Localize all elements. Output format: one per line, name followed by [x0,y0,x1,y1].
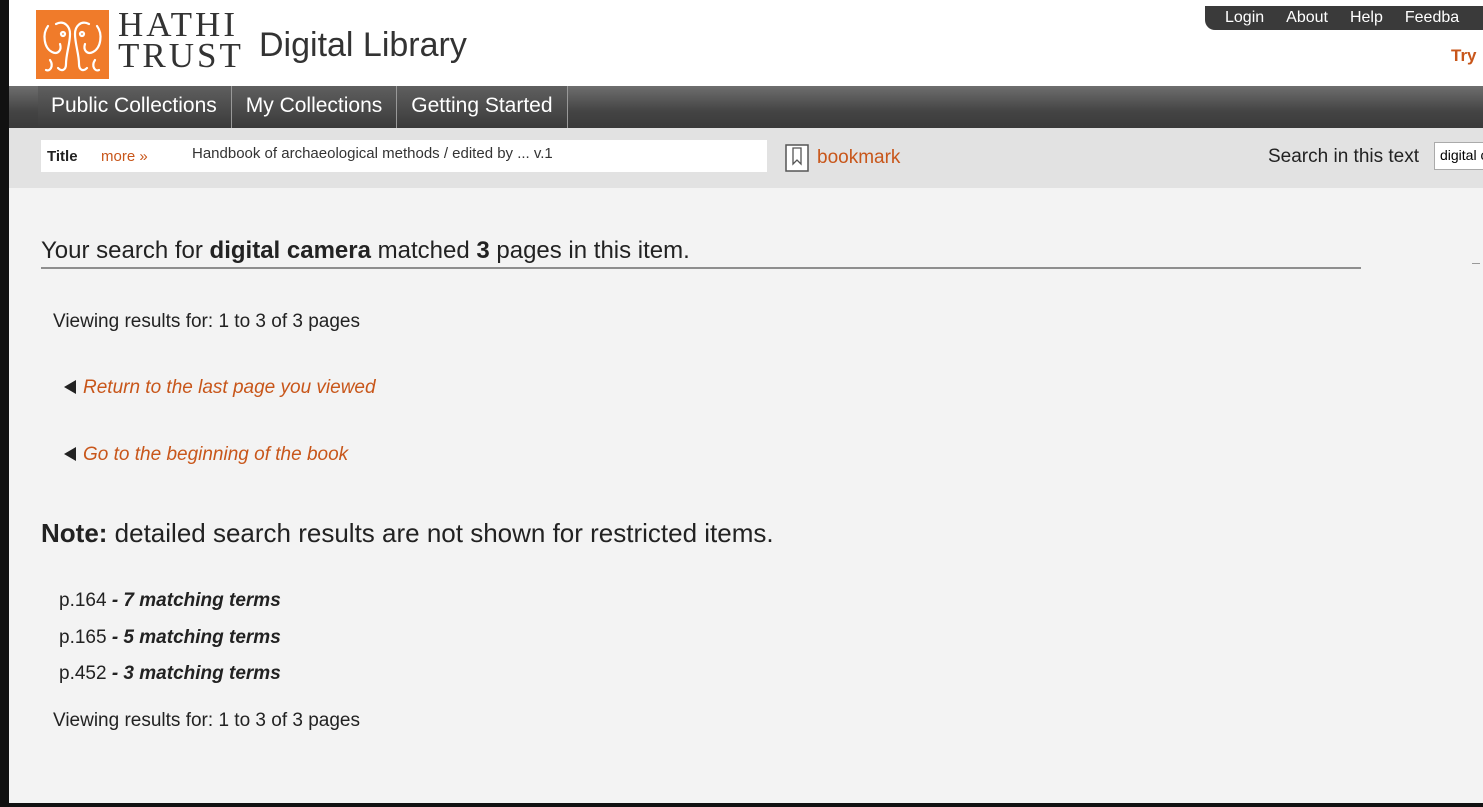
note-text: detailed search results are not shown fo… [107,518,774,548]
tab-public-collections[interactable]: Public Collections [38,86,232,128]
return-link-label: Return to the last page you viewed [83,377,376,398]
main-nav: Public Collections My Collections Gettin… [9,86,1483,128]
bookmark-icon[interactable] [785,144,809,172]
title-label: Title [47,148,78,165]
result-terms: - 5 matching terms [106,627,281,648]
nav-tabs: Public Collections My Collections Gettin… [38,86,568,128]
result-item[interactable]: p.164 - 7 matching terms [59,590,281,612]
restricted-note: Note: detailed search results are not sh… [41,518,774,549]
result-terms: - 7 matching terms [106,590,281,611]
left-arrow-icon [64,447,76,461]
heading-prefix: Your search for [41,237,210,264]
search-query: digital camera [209,237,371,264]
search-summary-heading: Your search for digital camera matched 3… [41,237,1361,269]
heading-mid: matched [370,237,477,264]
result-item[interactable]: p.165 - 5 matching terms [59,627,281,649]
beginning-link-label: Go to the beginning of the book [83,444,349,465]
tab-getting-started[interactable]: Getting Started [397,86,568,128]
viewing-results-bottom: Viewing results for: 1 to 3 of 3 pages [53,710,360,731]
return-last-page-link[interactable]: Return to the last page you viewed [64,377,376,399]
result-page[interactable]: p.164 [59,590,107,611]
left-arrow-icon [64,380,76,394]
note-label: Note: [41,518,108,548]
go-to-beginning-link[interactable]: Go to the beginning of the book [64,444,348,466]
tab-my-collections[interactable]: My Collections [232,86,398,128]
divider-tick [1472,263,1480,264]
item-title: Handbook of archaeological methods / edi… [192,145,553,162]
title-box: Title more » Handbook of archaeological … [41,140,767,172]
feedback-link[interactable]: Feedba [1405,9,1459,27]
top-links-bar: Login About Help Feedba [1205,6,1483,30]
title-more-link[interactable]: more » [101,148,148,165]
site-title[interactable]: Digital Library [259,26,467,65]
result-page[interactable]: p.452 [59,663,107,684]
search-label: Search in this text [1268,146,1420,167]
login-link[interactable]: Login [1225,9,1264,27]
about-link[interactable]: About [1286,9,1328,27]
help-link[interactable]: Help [1350,9,1383,27]
try-link[interactable]: Try [1451,46,1477,66]
bookmark-link[interactable]: bookmark [817,147,900,169]
match-count: 3 [476,237,490,264]
viewing-results-top: Viewing results for: 1 to 3 of 3 pages [53,311,360,332]
elephant-icon [43,21,102,72]
result-page[interactable]: p.165 [59,627,107,648]
item-title-bar: Title more » Handbook of archaeological … [9,128,1483,188]
heading-suffix: pages in this item. [489,237,690,264]
site-header: HATHI TRUST Digital Library Login About … [9,0,1483,86]
result-item[interactable]: p.452 - 3 matching terms [59,663,281,685]
result-terms: - 3 matching terms [106,663,281,684]
logo-wordmark: HATHI TRUST [118,7,258,75]
browser-page: HATHI TRUST Digital Library Login About … [9,0,1483,803]
logo-line-trust: TRUST [118,36,244,75]
hathitrust-logo[interactable] [36,10,109,79]
search-in-text-input[interactable]: digital camera [1434,142,1483,170]
